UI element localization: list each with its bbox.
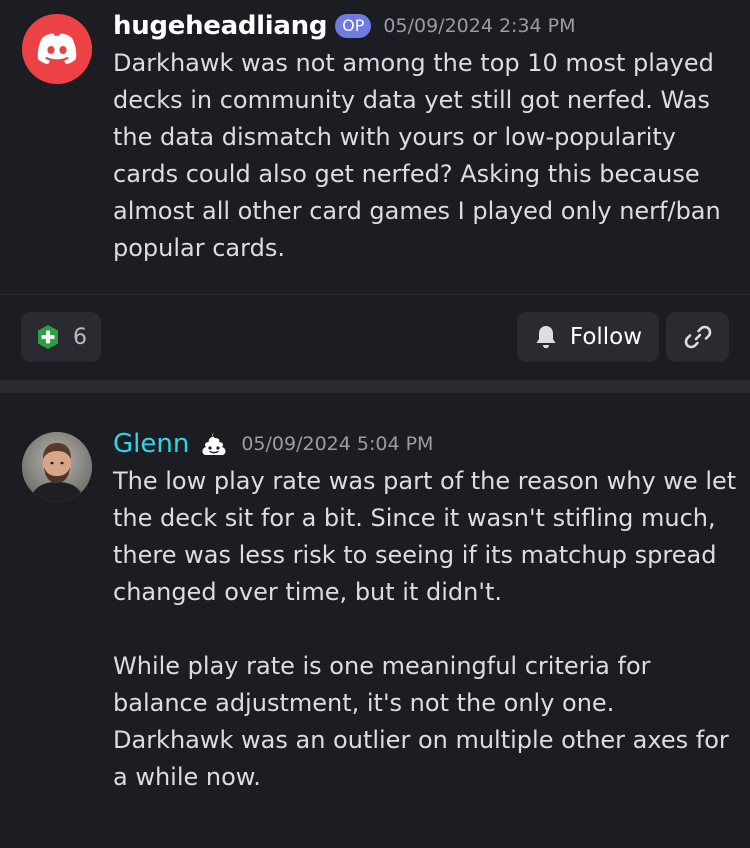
bell-icon <box>534 324 558 350</box>
profile-photo <box>22 432 92 502</box>
reply-timestamp: 05/09/2024 5:04 PM <box>241 433 434 455</box>
link-icon <box>684 323 712 351</box>
post-header: hugeheadliang OP 05/09/2024 2:34 PM <box>113 8 576 44</box>
divider <box>0 294 750 295</box>
op-badge: OP <box>335 14 372 38</box>
glenn-avatar[interactable] <box>22 432 92 502</box>
post-actions: 6 Follow <box>0 312 750 362</box>
follow-button[interactable]: Follow <box>517 312 659 362</box>
discord-logo-icon[interactable] <box>22 14 92 84</box>
post-message: Darkhawk was not among the top 10 most p… <box>113 49 721 262</box>
copy-link-button[interactable] <box>666 312 729 362</box>
original-post: hugeheadliang OP 05/09/2024 2:34 PM Dark… <box>0 0 750 295</box>
green-plus-emoji-icon <box>35 324 61 350</box>
reaction-count: 6 <box>73 324 87 350</box>
reaction-button[interactable]: 6 <box>21 312 101 362</box>
reply-message: The low play rate was part of the reason… <box>113 467 737 791</box>
post-author-name[interactable]: hugeheadliang <box>113 11 327 41</box>
post-timestamp: 05/09/2024 2:34 PM <box>383 15 576 37</box>
poop-emoji-icon <box>199 431 229 457</box>
reply-author-name[interactable]: Glenn <box>113 429 189 459</box>
section-separator <box>0 380 750 393</box>
discord-logo-icon-graphic <box>22 14 92 84</box>
reply-header: Glenn 05/09/2024 5:04 PM <box>113 426 433 462</box>
follow-label: Follow <box>569 324 643 350</box>
